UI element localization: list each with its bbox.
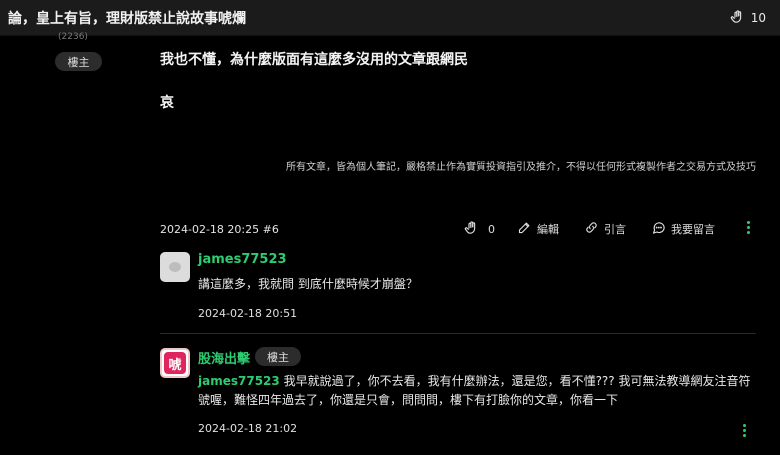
comment-text: 講這麼多，我就問 到底什麼時候才崩盤？ bbox=[198, 277, 418, 291]
comment-date: 2024-02-18 20:51 bbox=[198, 307, 298, 320]
avatar-glyph: 唬 bbox=[164, 352, 186, 374]
comment-date: 2024-02-18 21:02 bbox=[198, 422, 298, 435]
divider bbox=[160, 333, 756, 334]
topbar: 論，皇上有旨，理財版禁止說故事唬爛 10 bbox=[0, 0, 780, 36]
edit-button[interactable]: 編輯 bbox=[517, 220, 559, 238]
more-icon[interactable] bbox=[743, 424, 746, 437]
clap-count: 0 bbox=[488, 222, 495, 236]
op-badge: 樓主 bbox=[255, 347, 301, 366]
avatar[interactable]: 唬 bbox=[160, 348, 190, 378]
comment-text: james77523 我早就說過了，你不去看，我有什麼辦法，還是您，看不懂???… bbox=[198, 372, 758, 410]
thread-clap-count: 10 bbox=[750, 10, 766, 25]
reply-label: 我要留言 bbox=[671, 223, 715, 236]
op-badge: 樓主 bbox=[55, 52, 102, 71]
more-icon[interactable] bbox=[747, 221, 750, 234]
clap-button[interactable]: 0 bbox=[464, 220, 495, 238]
clap-icon bbox=[464, 220, 479, 238]
edit-label: 編輯 bbox=[537, 223, 559, 236]
thread-clap-button[interactable]: 10 bbox=[730, 9, 766, 27]
comment-author[interactable]: james77523 bbox=[198, 252, 287, 267]
avatar[interactable] bbox=[160, 252, 190, 282]
post-date: 2024-02-18 20:25 #6 bbox=[160, 222, 279, 236]
user-mention[interactable]: james77523 bbox=[198, 374, 280, 388]
post-body-line: 哀 bbox=[160, 95, 174, 111]
thread-title: 論，皇上有旨，理財版禁止說故事唬爛 bbox=[8, 10, 246, 27]
post-body-line: 我也不懂，為什麼版面有這麼多沒用的文章跟網民 bbox=[160, 52, 468, 68]
post-signature: 所有文章，皆為個人筆記，嚴格禁止作為實質投資指引及推介，不得以任何形式複製作者之… bbox=[286, 162, 756, 173]
comment-icon bbox=[651, 220, 666, 238]
reply-button[interactable]: 我要留言 bbox=[651, 220, 715, 238]
post-meta-row: 2024-02-18 20:25 #6 0 編輯 引言 我要留言 bbox=[160, 220, 758, 238]
author-level-text: (2236) bbox=[58, 32, 88, 42]
clap-icon bbox=[730, 9, 745, 27]
pencil-icon bbox=[517, 220, 532, 238]
quote-icon bbox=[584, 220, 599, 238]
quote-label: 引言 bbox=[604, 223, 626, 236]
quote-button[interactable]: 引言 bbox=[584, 220, 626, 238]
comment-author[interactable]: 股海出擊 bbox=[198, 348, 250, 367]
comment-body: 我早就說過了，你不去看，我有什麼辦法，還是您，看不懂??? 我可無法教導網友注音… bbox=[198, 374, 751, 407]
